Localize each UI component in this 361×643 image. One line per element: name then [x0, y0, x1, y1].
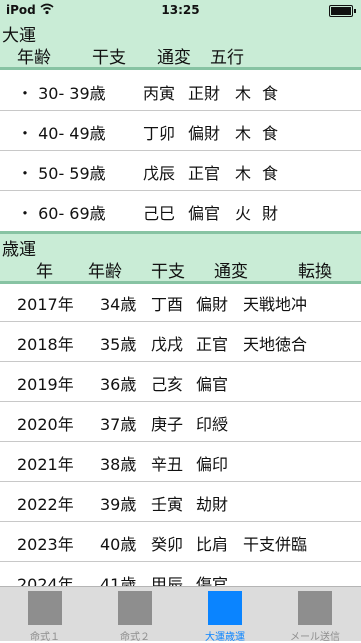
saiun-tsuhen: 正官 [196, 335, 229, 354]
saiun-tsuhen: 偏官 [196, 375, 229, 394]
saiun-kanshi: 己亥 [151, 375, 184, 394]
saiun-tsuhen: 偏印 [196, 455, 229, 474]
header-age: 年齢 [17, 48, 51, 68]
saiun-tenkan: 干支併臨 [243, 535, 308, 554]
daiun-gogyo: 木 [235, 84, 252, 103]
header-kanshi: 干支 [92, 48, 126, 68]
saiun-row[interactable]: 2018年 35歳 戊戌 正官 天地徳合 [0, 321, 361, 362]
daiun-gogyo-type: 食 [262, 164, 279, 183]
header-year: 年 [36, 262, 53, 282]
tab-meishiki-1-icon [28, 591, 62, 625]
daiun-tsuhen: 偏財 [188, 124, 221, 143]
saiun-title: 歳運 [2, 240, 36, 260]
saiun-row[interactable]: 2020年 37歳 庚子 印綬 [0, 401, 361, 442]
saiun-row[interactable]: 2019年 36歳 己亥 偏官 [0, 361, 361, 402]
saiun-row[interactable]: 2021年 38歳 辛丑 偏印 [0, 441, 361, 482]
saiun-kanshi: 戊戌 [151, 335, 184, 354]
daiun-age: ・ 60- 69歳 [17, 204, 106, 223]
saiun-kanshi: 丁酉 [151, 295, 184, 314]
saiun-row[interactable]: 2022年 39歳 壬寅 劫財 [0, 481, 361, 522]
saiun-tsuhen: 劫財 [196, 495, 229, 514]
daiun-gogyo: 木 [235, 164, 252, 183]
saiun-year: 2019年 [17, 375, 74, 394]
saiun-year: 2017年 [17, 295, 74, 314]
tab-send-mail-icon [298, 591, 332, 625]
daiun-gogyo-type: 食 [262, 84, 279, 103]
clock: 13:25 [161, 3, 200, 17]
daiun-kanshi: 丁卯 [143, 124, 176, 143]
tab-meishiki-1[interactable]: 命式１ [0, 587, 90, 643]
saiun-tsuhen: 偏財 [196, 295, 229, 314]
tab-label: 命式１ [30, 632, 60, 643]
saiun-year: 2020年 [17, 415, 74, 434]
saiun-tenkan: 天戦地冲 [243, 295, 308, 314]
saiun-age: 36歳 [100, 375, 137, 394]
saiun-tsuhen: 印綬 [196, 415, 229, 434]
tab-bar: 命式１ 命式２ 大運歳運 メール送信 [0, 586, 361, 643]
saiun-kanshi: 辛丑 [151, 455, 184, 474]
tab-daiun-saiun[interactable]: 大運歳運 [180, 587, 270, 643]
saiun-year: 2021年 [17, 455, 74, 474]
saiun-tenkan: 天地徳合 [243, 335, 308, 354]
header-age: 年齢 [88, 262, 122, 282]
daiun-gogyo-type: 食 [262, 124, 279, 143]
daiun-tsuhen: 正財 [188, 84, 221, 103]
daiun-gogyo-type: 財 [262, 204, 279, 223]
saiun-year: 2023年 [17, 535, 74, 554]
tab-label: 大運歳運 [205, 632, 245, 643]
saiun-year: 2018年 [17, 335, 74, 354]
daiun-row[interactable]: ・ 30- 39歳 丙寅 正財 木 食 [0, 70, 361, 111]
saiun-year: 2022年 [17, 495, 74, 514]
tab-label: 命式２ [120, 632, 150, 643]
tab-meishiki-2-icon [118, 591, 152, 625]
header-gogyo: 五行 [210, 48, 244, 68]
daiun-kanshi: 丙寅 [143, 84, 176, 103]
saiun-header: 歳運 年 年齢 干支 通変 転換 [0, 231, 361, 284]
saiun-age: 39歳 [100, 495, 137, 514]
tab-send-mail[interactable]: メール送信 [270, 587, 360, 643]
saiun-age: 40歳 [100, 535, 137, 554]
daiun-age: ・ 40- 49歳 [17, 124, 106, 143]
saiun-kanshi: 癸卯 [151, 535, 184, 554]
daiun-tsuhen: 正官 [188, 164, 221, 183]
daiun-row[interactable]: ・ 50- 59歳 戊辰 正官 木 食 [0, 150, 361, 191]
header-tenkan: 転換 [298, 262, 332, 282]
saiun-row[interactable]: 2017年 34歳 丁酉 偏財 天戦地冲 [0, 281, 361, 322]
daiun-age: ・ 30- 39歳 [17, 84, 106, 103]
header-tsuhen: 通変 [157, 48, 191, 68]
saiun-tsuhen: 比肩 [196, 535, 229, 554]
daiun-gogyo: 木 [235, 124, 252, 143]
header-tsuhen: 通変 [214, 262, 248, 282]
battery-icon [329, 5, 356, 17]
daiun-kanshi: 戊辰 [143, 164, 176, 183]
saiun-age: 37歳 [100, 415, 137, 434]
saiun-kanshi: 庚子 [151, 415, 184, 434]
saiun-age: 38歳 [100, 455, 137, 474]
daiun-kanshi: 己巳 [143, 204, 176, 223]
saiun-kanshi: 壬寅 [151, 495, 184, 514]
header-kanshi: 干支 [151, 262, 185, 282]
tab-label: メール送信 [290, 632, 340, 643]
tab-meishiki-2[interactable]: 命式２ [90, 587, 180, 643]
daiun-row[interactable]: ・ 40- 49歳 丁卯 偏財 木 食 [0, 110, 361, 151]
saiun-age: 34歳 [100, 295, 137, 314]
daiun-header: 大運 年齢 干支 通変 五行 [0, 20, 361, 70]
daiun-age: ・ 50- 59歳 [17, 164, 106, 183]
tab-daiun-saiun-icon [208, 591, 242, 625]
saiun-age: 35歳 [100, 335, 137, 354]
daiun-row[interactable]: ・ 60- 69歳 己巳 偏官 火 財 [0, 190, 361, 230]
status-bar: iPod 13:25 [0, 0, 361, 20]
saiun-row[interactable]: 2023年 40歳 癸卯 比肩 干支併臨 [0, 521, 361, 562]
daiun-gogyo: 火 [235, 204, 252, 223]
daiun-tsuhen: 偏官 [188, 204, 221, 223]
